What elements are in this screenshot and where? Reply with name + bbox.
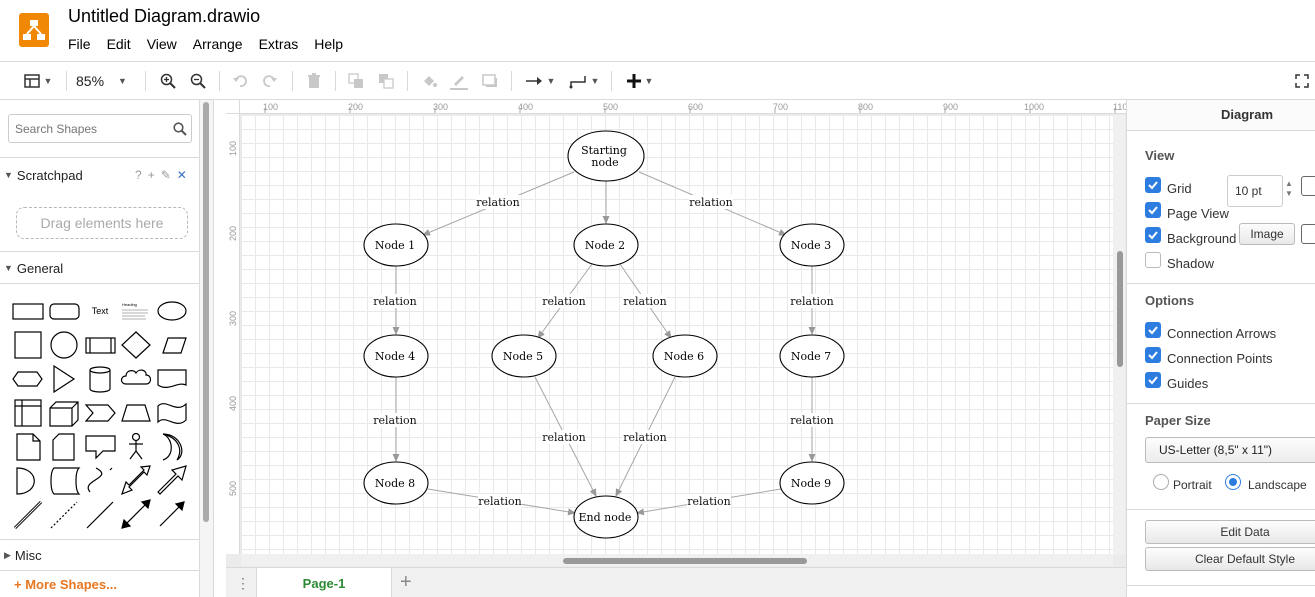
node-label: Node 9 [791,477,831,490]
node-label: node [591,156,618,169]
node-6[interactable]: Node 6 [652,334,718,378]
checkmark-icon [1148,351,1158,360]
format-panel-title: Diagram [1127,100,1315,130]
scrollbar-thumb[interactable] [1117,251,1123,367]
background-label: Background [1167,231,1237,246]
page-view-checkbox[interactable] [1145,202,1161,218]
node-5[interactable]: Node 5 [491,334,557,378]
tab-page-1[interactable]: Page-1 [256,568,392,597]
drawio-app: Untitled Diagram.drawio File Edit View A… [0,0,1315,597]
portrait-label: Portrait [1173,478,1212,492]
edge-label[interactable]: relation [373,295,417,308]
landscape-label: Landscape [1248,478,1307,492]
connection-points-checkbox[interactable] [1145,347,1161,363]
portrait-radio[interactable] [1153,474,1169,490]
edge-label[interactable]: relation [687,495,731,508]
canvas-horizontal-scrollbar[interactable] [241,554,1113,566]
grid-size-input[interactable] [1227,175,1283,207]
landscape-radio[interactable] [1225,474,1241,490]
node-end[interactable]: End node [573,495,639,539]
options-section-title: Options [1145,293,1195,308]
page-tabs-bar: ⋮ Page-1 + [226,567,1126,597]
node-label: Node 2 [585,239,625,252]
connection-arrows-checkbox[interactable] [1145,322,1161,338]
section-divider [1127,283,1315,284]
edge-label[interactable]: relation [373,414,417,427]
node-1[interactable]: Node 1 [363,223,429,267]
node-label: Node 5 [503,350,543,363]
node-9[interactable]: Node 9 [779,461,845,505]
checkmark-icon [1148,206,1158,215]
edge-label[interactable]: relation [476,196,520,209]
edge-label[interactable]: relation [790,295,834,308]
node-label: End node [579,511,632,524]
node-2[interactable]: Node 2 [573,223,639,267]
background-checkbox[interactable] [1145,227,1161,243]
checkmark-icon [1148,181,1158,190]
node-label: Node 3 [791,239,831,252]
node-label: Node 4 [375,350,415,363]
grid-label: Grid [1167,181,1192,196]
guides-checkbox[interactable] [1145,372,1161,388]
grid-size-stepper[interactable]: ▲ ▼ [1283,179,1295,203]
grid-checkbox[interactable] [1145,177,1161,193]
guides-label: Guides [1167,376,1209,391]
node-label: Node 8 [375,477,415,490]
connection-arrows-label: Connection Arrows [1167,326,1277,341]
view-section-title: View [1145,148,1175,163]
section-divider [1127,509,1315,510]
checkmark-icon [1148,231,1158,240]
node-3[interactable]: Node 3 [779,223,845,267]
node-start[interactable]: Starting node [567,130,645,182]
page-view-label: Page View [1167,206,1229,221]
node-label: Node 6 [664,350,704,363]
edge-label[interactable]: relation [623,431,667,444]
paper-size-select[interactable]: US-Letter (8,5" x 11") [1145,437,1315,463]
scrollbar-thumb[interactable] [563,558,807,564]
node-7[interactable]: Node 7 [779,334,845,378]
shadow-label: Shadow [1167,256,1214,271]
edit-data-button[interactable]: Edit Data [1145,520,1315,544]
pages-menu-icon[interactable]: ⋮ [236,576,250,590]
edge-label[interactable]: relation [689,196,733,209]
chevron-down-icon[interactable]: ▼ [1283,189,1295,199]
edge-label[interactable]: relation [623,295,667,308]
clear-default-style-button[interactable]: Clear Default Style [1145,547,1315,571]
edge-label[interactable]: relation [790,414,834,427]
checkmark-icon [1148,326,1158,335]
background-image-button[interactable]: Image [1239,223,1295,245]
grid-color-button[interactable] [1301,176,1315,196]
edge-label[interactable]: relation [542,431,586,444]
canvas-vertical-scrollbar[interactable] [1113,115,1125,555]
node-label: Node 7 [791,350,831,363]
format-panel: Diagram View Grid ▲▼ Page View Backgroun… [1126,100,1315,597]
node-4[interactable]: Node 4 [363,334,429,378]
shadow-checkbox[interactable] [1145,252,1161,268]
edge-label[interactable]: relation [542,295,586,308]
paper-size-section-title: Paper Size [1145,413,1211,428]
node-label: Node 1 [375,239,415,252]
connection-points-label: Connection Points [1167,351,1273,366]
section-divider [1127,403,1315,404]
background-color-button[interactable] [1301,224,1315,244]
section-divider [1127,585,1315,586]
chevron-up-icon[interactable]: ▲ [1283,179,1295,189]
node-8[interactable]: Node 8 [363,461,429,505]
section-divider [1127,130,1315,131]
edge-label[interactable]: relation [478,495,522,508]
checkmark-icon [1148,376,1158,385]
add-page-button[interactable]: + [400,571,412,594]
